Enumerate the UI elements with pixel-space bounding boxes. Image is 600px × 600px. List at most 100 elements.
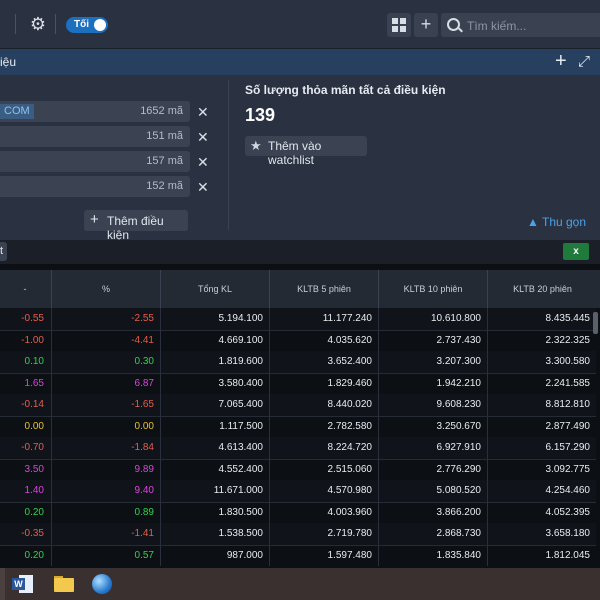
table-cell: 4.035.620 — [269, 329, 378, 352]
table-cell: 987.000 — [160, 544, 269, 566]
column-header[interactable]: % — [51, 270, 160, 308]
condition-row[interactable]: 151 mã — [0, 126, 190, 147]
table-cell: 10.610.800 — [378, 308, 487, 330]
column-header[interactable]: KLTB 20 phiên — [487, 270, 597, 308]
star-icon: ★ — [250, 138, 262, 153]
table-cell: 3.652.400 — [269, 351, 378, 373]
table-cell: 2.776.290 — [378, 458, 487, 481]
word-icon[interactable]: W — [12, 572, 36, 596]
grid-icon[interactable] — [387, 13, 411, 37]
condition-row[interactable]: COM 1652 mã — [0, 101, 190, 122]
table-cell: 1.835.840 — [378, 544, 487, 566]
table-cell: -0.35 — [21, 528, 44, 539]
table-cell: 1.942.210 — [378, 372, 487, 395]
result-count: 139 — [245, 105, 276, 125]
table-row[interactable]: -0.55 -2.55 5.194.100 11.177.240 10.610.800 8… — [0, 308, 596, 331]
table-cell: 8.224.720 — [269, 437, 378, 459]
scrollbar-thumb[interactable] — [593, 312, 598, 334]
condition-row[interactable]: 157 mã — [0, 151, 190, 172]
table-cell: 9.608.230 — [378, 394, 487, 416]
add-panel-icon[interactable]: + — [555, 50, 567, 73]
table-cell: 8.440.020 — [269, 394, 378, 416]
search-icon — [447, 18, 460, 31]
table-cell: 1.819.600 — [160, 351, 269, 373]
condition-count: 1652 mã — [140, 105, 183, 117]
table-row[interactable]: 0.10 0.30 1.819.600 3.652.400 3.207.300 3.300… — [0, 351, 596, 374]
table-cell: -4.41 — [51, 329, 160, 352]
table-row[interactable]: 0.20 0.89 1.830.500 4.003.960 3.866.200 4.052… — [0, 501, 596, 525]
collapse-link[interactable]: ▲ Thu gọn — [527, 215, 586, 229]
panel-title: iệu — [0, 55, 17, 69]
table-row[interactable]: -0.35 -1.41 1.538.500 2.719.780 2.868.730 3.6… — [0, 523, 596, 546]
close-icon[interactable]: ✕ — [197, 155, 209, 169]
table-cell: 0.10 — [24, 356, 44, 367]
gear-icon[interactable]: ⚙ — [28, 14, 48, 34]
table-cell: 3.658.180 — [487, 523, 596, 545]
table-cell: 1.829.460 — [269, 372, 378, 395]
table-cell: 1.40 — [24, 485, 44, 496]
column-header[interactable]: Tổng KL — [160, 270, 269, 308]
taskbar: W — [0, 568, 600, 600]
condition-row[interactable]: 152 mã — [0, 176, 190, 197]
table-cell: 11.177.240 — [269, 308, 378, 330]
table-toolbar-button[interactable]: t — [0, 242, 7, 261]
theme-toggle[interactable]: Tối — [66, 17, 108, 33]
taskbar-edge — [0, 568, 5, 600]
table-cell: -1.65 — [51, 394, 160, 416]
table-cell: 1.812.045 — [487, 544, 596, 566]
add-to-watchlist-button[interactable]: ★ Thêm vào watchlist — [245, 136, 367, 167]
toolbar-divider — [55, 14, 56, 34]
table-row[interactable]: 1.65 6.87 3.580.400 1.829.460 1.942.210 2.241… — [0, 372, 596, 396]
table-cell: 0.20 — [24, 506, 44, 518]
folder-icon[interactable] — [52, 572, 76, 596]
table-cell: 6.927.910 — [378, 437, 487, 459]
table-row[interactable]: -1.00 -4.41 4.669.100 4.035.620 2.737.430 2.3… — [0, 329, 596, 353]
table-cell: 4.552.400 — [160, 458, 269, 481]
table-row[interactable]: 0.20 0.57 987.000 1.597.480 1.835.840 1.812.0… — [0, 544, 596, 566]
table-cell: 0.89 — [51, 501, 160, 524]
table-cell: 7.065.400 — [160, 394, 269, 416]
table-cell: 2.737.430 — [378, 329, 487, 352]
column-header[interactable]: KLTB 5 phiên — [269, 270, 378, 308]
browser-icon[interactable] — [90, 572, 114, 596]
result-title: Số lượng thỏa mãn tất cả điều kiện — [245, 83, 446, 97]
table-cell: 3.250.670 — [378, 415, 487, 438]
add-condition-button[interactable]: + Thêm điều kiện — [84, 210, 188, 242]
search-input[interactable] — [465, 16, 599, 36]
close-icon[interactable]: ✕ — [197, 180, 209, 194]
plus-icon[interactable]: + — [414, 13, 438, 37]
table-cell: 2.877.490 — [487, 415, 596, 438]
table-cell: -2.55 — [51, 308, 160, 330]
table-cell: 3.866.200 — [378, 501, 487, 524]
column-header[interactable]: - — [0, 270, 50, 308]
close-icon[interactable]: ✕ — [197, 130, 209, 144]
table-cell: 2.241.585 — [487, 372, 596, 395]
search-box[interactable] — [441, 13, 600, 37]
table-cell: -0.14 — [21, 399, 44, 410]
table-row[interactable]: -0.14 -1.65 7.065.400 8.440.020 9.608.230 8.8… — [0, 394, 596, 417]
table-header: - % Tổng KL KLTB 5 phiên KLTB 10 phiên K… — [0, 270, 600, 308]
table-row[interactable]: 0.00 0.00 1.117.500 2.782.580 3.250.670 2.877… — [0, 415, 596, 439]
table-cell: 4.570.980 — [269, 480, 378, 502]
table-row[interactable]: 1.40 9.40 11.671.000 4.570.980 5.080.520 4.25… — [0, 480, 596, 503]
table-row[interactable]: -0.70 -1.84 4.613.400 8.224.720 6.927.910 6.1… — [0, 437, 596, 460]
close-icon[interactable]: ✕ — [197, 105, 209, 119]
column-header[interactable]: KLTB 10 phiên — [378, 270, 487, 308]
plus-icon: + — [90, 211, 99, 228]
expand-icon[interactable]: ⤢ — [578, 53, 590, 70]
table-cell: 3.207.300 — [378, 351, 487, 373]
table-cell: 9.40 — [51, 480, 160, 502]
theme-toggle-label: Tối — [74, 19, 89, 30]
table-cell: 3.580.400 — [160, 372, 269, 395]
add-condition-label: Thêm điều kiện — [107, 214, 164, 242]
table-toolbar-button-label: t — [0, 245, 4, 257]
table-cell: 3.50 — [24, 463, 44, 475]
table-toolbar: t x — [0, 240, 600, 264]
table-cell: -1.41 — [51, 523, 160, 545]
table-cell: 2.322.325 — [487, 329, 596, 352]
excel-icon[interactable]: x — [563, 243, 589, 260]
table-cell: 2.719.780 — [269, 523, 378, 545]
table-cell: -1.00 — [21, 334, 44, 346]
table-cell: 0.30 — [51, 351, 160, 373]
table-row[interactable]: 3.50 9.89 4.552.400 2.515.060 2.776.290 3.092… — [0, 458, 596, 482]
